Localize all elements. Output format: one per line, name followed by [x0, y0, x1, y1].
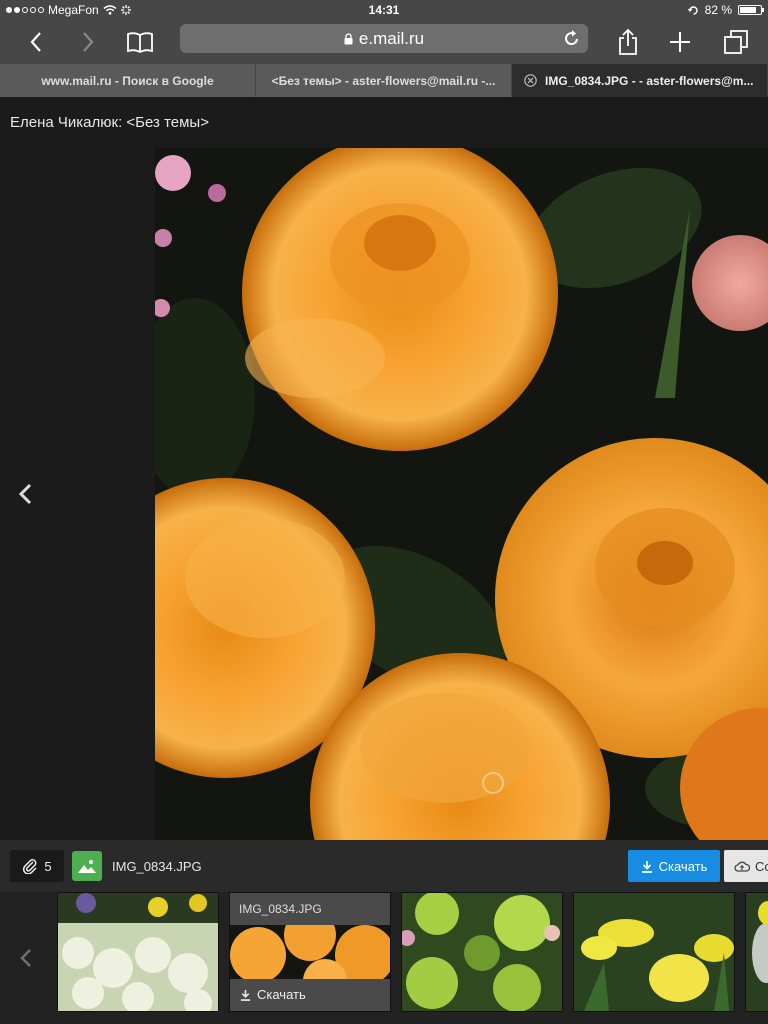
attachment-bar: 5 IMG_0834.JPG Скачать Со — [0, 840, 768, 892]
new-tab-button[interactable] — [664, 26, 696, 58]
battery-percent: 82 % — [704, 3, 732, 17]
thumbnail-item-active[interactable]: IMG_0834.JPG Скачать — [229, 892, 391, 1012]
green-viburnum-thumbnail — [402, 893, 562, 1011]
previous-image-arrow-icon[interactable] — [16, 482, 36, 506]
forward-button[interactable] — [72, 26, 104, 58]
tabs-button[interactable] — [720, 26, 752, 58]
new-tab-icon — [670, 32, 690, 52]
tab-google-search[interactable]: www.mail.ru - Поиск в Google — [0, 64, 256, 97]
battery-icon — [738, 5, 764, 15]
back-button[interactable] — [20, 26, 52, 58]
tabs-icon — [724, 30, 748, 54]
download-button[interactable]: Скачать — [628, 850, 720, 882]
forward-icon — [83, 32, 94, 52]
attachment-file-name: IMG_0834.JPG — [112, 859, 202, 874]
browser-toolbar: e.mail.ru — [0, 20, 768, 64]
rotation-lock-icon — [687, 5, 698, 15]
message-header: Елена Чикалюк: <Без темы> — [0, 97, 768, 148]
thumbnail-strip: IMG_0834.JPG Скачать — [0, 892, 768, 1024]
yellow-daffodils-thumbnail — [574, 893, 734, 1011]
close-tab-icon[interactable] — [524, 74, 537, 87]
tab-label: IMG_0834.JPG - - aster-flowers@m... — [545, 73, 754, 88]
status-right: 82 % — [687, 3, 764, 17]
tab-bar: www.mail.ru - Поиск в Google <Без темы> … — [0, 64, 768, 97]
thumbnail-item[interactable] — [57, 892, 219, 1012]
thumbnail-item[interactable] — [573, 892, 735, 1012]
orange-roses-photo — [155, 148, 768, 840]
thumbnail-title: IMG_0834.JPG — [239, 902, 322, 916]
tab-image-active[interactable]: IMG_0834.JPG - - aster-flowers@m... — [512, 64, 768, 97]
previous-thumbnails-arrow-icon[interactable] — [18, 948, 34, 968]
address-bar[interactable]: e.mail.ru — [180, 24, 588, 53]
reload-icon[interactable] — [564, 29, 580, 47]
url-text: e.mail.ru — [358, 28, 425, 48]
lock-icon — [344, 32, 353, 44]
cloud-icon — [734, 861, 750, 872]
share-icon — [619, 28, 637, 55]
thumbnail-item[interactable] — [401, 892, 563, 1012]
bookmarks-icon — [127, 32, 153, 53]
thumbnail-download-button[interactable]: Скачать — [240, 987, 306, 1002]
tab-no-subject[interactable]: <Без темы> - aster-flowers@mail.ru -... — [256, 64, 512, 97]
share-button[interactable] — [612, 26, 644, 58]
lilac-narcissus-thumbnail — [58, 893, 218, 1011]
download-label: Скачать — [658, 858, 708, 874]
clock: 14:31 — [368, 3, 400, 17]
main-photo[interactable] — [155, 148, 768, 840]
bookmarks-button[interactable] — [122, 26, 158, 58]
thumbnail-download-label: Скачать — [257, 987, 306, 1002]
tab-label: www.mail.ru - Поиск в Google — [41, 73, 214, 88]
sender-subject: Елена Чикалюк: <Без темы> — [10, 114, 209, 131]
image-viewer — [0, 148, 768, 840]
save-to-cloud-button[interactable]: Со — [724, 850, 768, 882]
partial-thumbnail — [746, 893, 768, 1011]
status-bar: MegaFon 14:31 82 % — [0, 0, 768, 20]
attachments-count-button[interactable]: 5 — [10, 850, 64, 882]
download-icon — [641, 860, 652, 873]
orange-roses-thumbnail — [230, 925, 390, 979]
download-icon — [240, 989, 251, 1001]
back-icon — [30, 32, 41, 52]
attachments-count: 5 — [44, 858, 52, 874]
paperclip-icon — [23, 859, 37, 874]
thumbnail-item[interactable] — [745, 892, 768, 1012]
cloud-label: Со — [755, 858, 768, 874]
image-file-icon — [72, 851, 102, 881]
tab-label: <Без темы> - aster-flowers@mail.ru -... — [271, 73, 496, 88]
